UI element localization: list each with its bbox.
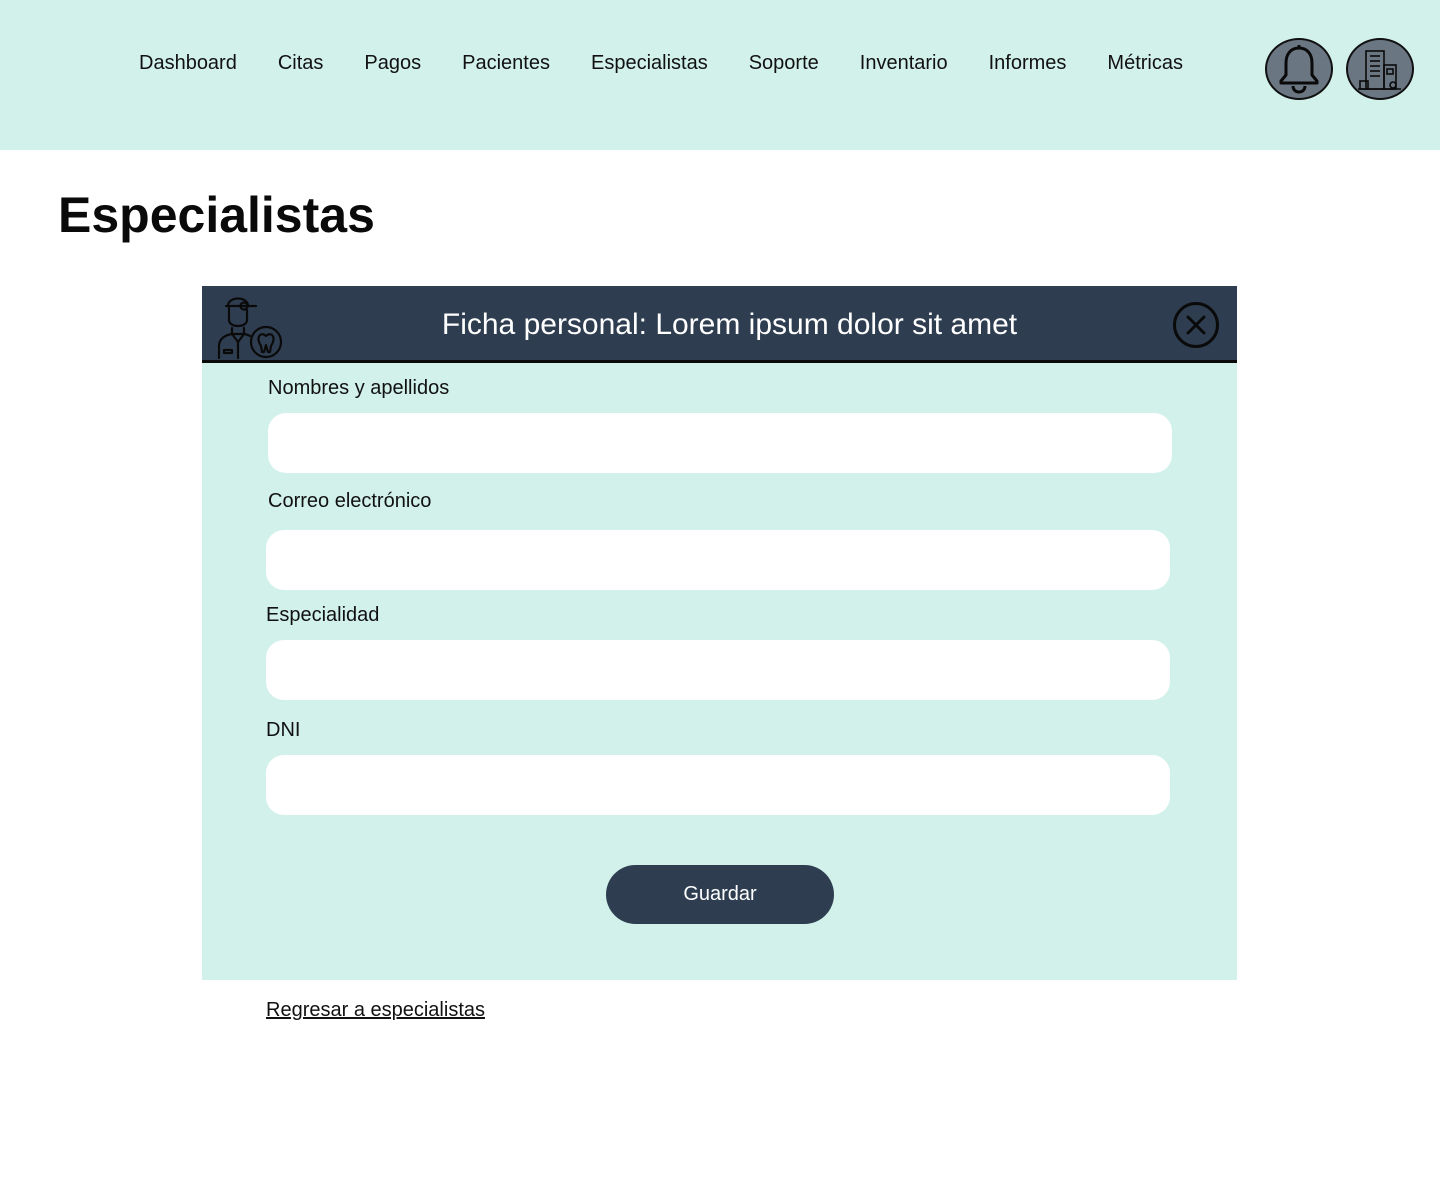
nav-item-especialistas[interactable]: Especialistas bbox=[591, 50, 708, 76]
nav-item-inventario[interactable]: Inventario bbox=[860, 50, 948, 76]
email-label: Correo electrónico bbox=[268, 490, 432, 512]
main-nav: Dashboard Citas Pagos Pacientes Especial… bbox=[139, 50, 1183, 76]
nav-item-pagos[interactable]: Pagos bbox=[364, 50, 421, 76]
specialty-label: Especialidad bbox=[266, 604, 380, 626]
specialist-form-modal: Ficha personal: Lorem ipsum dolor sit am… bbox=[202, 286, 1237, 980]
modal-title: Ficha personal: Lorem ipsum dolor sit am… bbox=[441, 308, 1018, 341]
dni-label: DNI bbox=[266, 719, 301, 741]
full-name-input[interactable] bbox=[268, 413, 1172, 473]
email-input[interactable] bbox=[266, 530, 1170, 590]
notifications-button[interactable] bbox=[1265, 38, 1333, 100]
page-title: Especialistas bbox=[58, 187, 375, 243]
nav-item-metricas[interactable]: Métricas bbox=[1107, 50, 1183, 76]
specialty-input[interactable] bbox=[266, 640, 1170, 700]
full-name-label: Nombres y apellidos bbox=[268, 377, 450, 399]
organization-button[interactable] bbox=[1346, 38, 1414, 100]
dni-input[interactable] bbox=[266, 755, 1170, 815]
nav-item-pacientes[interactable]: Pacientes bbox=[462, 50, 550, 76]
save-button[interactable]: Guardar bbox=[606, 865, 834, 924]
close-icon bbox=[1186, 315, 1206, 335]
back-to-specialists-link[interactable]: Regresar a especialistas bbox=[266, 997, 485, 1023]
modal-header: Ficha personal: Lorem ipsum dolor sit am… bbox=[202, 286, 1237, 363]
building-icon bbox=[1358, 50, 1401, 90]
nav-item-soporte[interactable]: Soporte bbox=[749, 50, 819, 76]
close-button[interactable] bbox=[1173, 302, 1219, 348]
nav-item-dashboard[interactable]: Dashboard bbox=[139, 50, 237, 76]
nav-item-informes[interactable]: Informes bbox=[989, 50, 1067, 76]
bell-icon bbox=[1279, 45, 1319, 94]
nav-item-citas[interactable]: Citas bbox=[278, 50, 324, 76]
top-navigation-bar: Dashboard Citas Pagos Pacientes Especial… bbox=[0, 0, 1440, 150]
